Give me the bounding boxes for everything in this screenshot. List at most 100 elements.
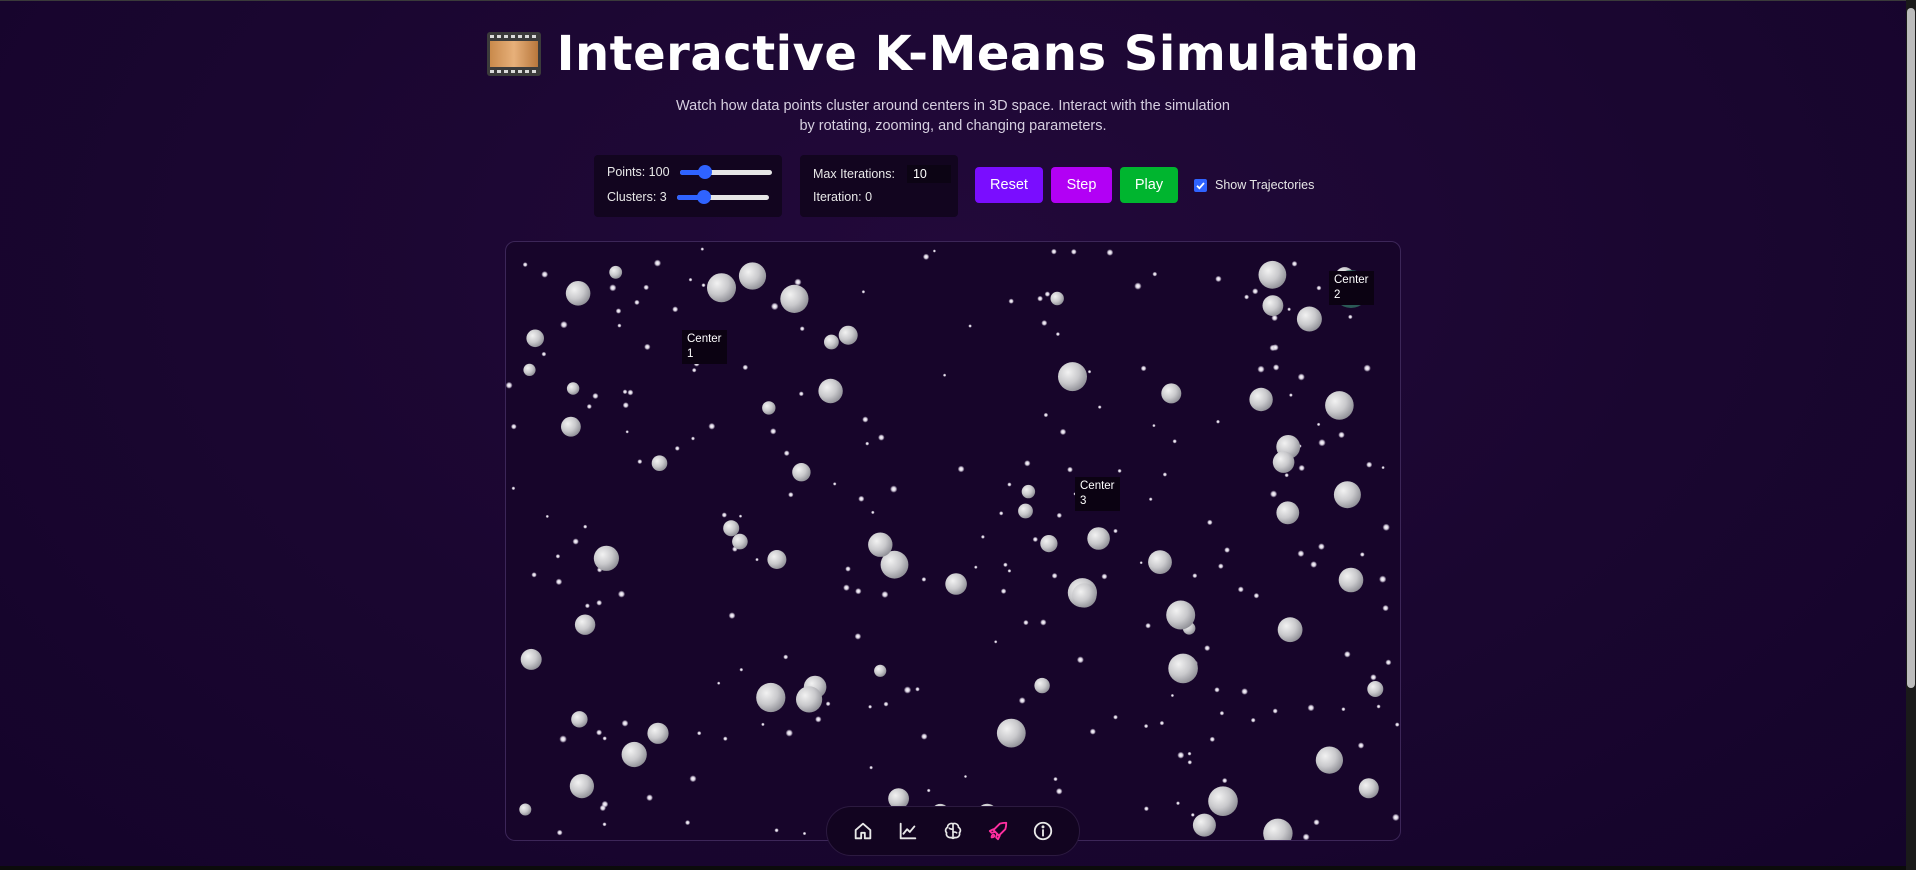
data-point bbox=[843, 584, 850, 591]
data-point bbox=[1113, 528, 1118, 534]
data-point-sphere bbox=[1333, 481, 1361, 509]
data-point-sphere bbox=[824, 334, 839, 350]
data-point bbox=[825, 701, 831, 707]
data-point-sphere bbox=[1258, 260, 1287, 289]
reset-button[interactable]: Reset bbox=[975, 167, 1043, 203]
data-point-sphere bbox=[523, 363, 536, 376]
data-point bbox=[920, 733, 928, 740]
vertical-scrollbar-thumb[interactable] bbox=[1907, 8, 1915, 688]
data-point bbox=[742, 364, 749, 371]
data-point-sphere bbox=[520, 648, 542, 670]
data-point bbox=[1287, 307, 1291, 312]
data-point bbox=[615, 308, 622, 314]
show-trajectories-toggle[interactable]: Show Trajectories bbox=[1194, 178, 1314, 192]
data-point bbox=[1003, 562, 1008, 568]
data-point bbox=[1044, 291, 1051, 297]
data-point bbox=[522, 262, 528, 268]
nav-brain[interactable] bbox=[940, 818, 966, 844]
data-point bbox=[1344, 651, 1351, 658]
points-slider[interactable] bbox=[679, 165, 772, 179]
data-point-sphere bbox=[1018, 503, 1033, 519]
data-point bbox=[1252, 288, 1259, 295]
data-point bbox=[1162, 472, 1168, 477]
data-point bbox=[1338, 431, 1345, 439]
data-point bbox=[1113, 714, 1118, 720]
data-point bbox=[602, 822, 607, 827]
data-point bbox=[1007, 482, 1012, 487]
rocket-icon bbox=[988, 821, 1007, 841]
iteration-status-row: Iteration: 0 bbox=[813, 190, 872, 204]
show-trajectories-checkbox[interactable] bbox=[1194, 178, 1207, 192]
data-point-sphere bbox=[1168, 653, 1198, 684]
data-point bbox=[869, 765, 873, 770]
data-point bbox=[1272, 364, 1280, 371]
data-point-sphere bbox=[565, 281, 591, 306]
clusters-slider[interactable] bbox=[676, 190, 769, 204]
data-point-sphere bbox=[571, 711, 588, 728]
data-point bbox=[974, 565, 978, 569]
max-iterations-input[interactable] bbox=[906, 165, 951, 183]
page-title: Interactive K-Means Simulation bbox=[0, 26, 1906, 82]
data-point bbox=[541, 351, 547, 357]
data-point bbox=[1257, 365, 1265, 373]
data-point bbox=[1140, 365, 1147, 372]
data-point-sphere bbox=[796, 686, 823, 713]
nav-info[interactable] bbox=[1030, 818, 1056, 844]
data-point bbox=[560, 321, 568, 329]
data-point bbox=[1117, 468, 1122, 473]
max-iterations-label: Max Iterations: bbox=[813, 167, 895, 181]
data-point bbox=[783, 450, 790, 457]
data-point bbox=[1244, 294, 1250, 300]
center-label-2: Center 2 bbox=[1329, 271, 1374, 305]
center-3-label-line2: 3 bbox=[1080, 495, 1087, 507]
data-point bbox=[1215, 275, 1222, 283]
data-point bbox=[672, 306, 679, 313]
data-point bbox=[545, 514, 549, 519]
data-point bbox=[883, 701, 889, 707]
data-point-sphere bbox=[1277, 617, 1303, 643]
data-point bbox=[1139, 561, 1143, 565]
data-point bbox=[926, 788, 931, 793]
clusters-label: Clusters: 3 bbox=[607, 190, 667, 204]
data-point bbox=[602, 736, 607, 741]
data-point bbox=[1018, 697, 1026, 704]
data-point bbox=[1190, 812, 1195, 817]
nav-home[interactable] bbox=[850, 818, 876, 844]
data-point bbox=[1348, 314, 1353, 320]
data-point bbox=[1148, 497, 1153, 502]
data-point bbox=[1272, 708, 1278, 714]
data-point bbox=[697, 731, 702, 736]
data-point bbox=[583, 524, 588, 529]
data-point-sphere bbox=[1072, 583, 1097, 608]
nav-chart[interactable] bbox=[895, 818, 921, 844]
play-button[interactable]: Play bbox=[1120, 167, 1178, 203]
data-point bbox=[1192, 573, 1198, 579]
data-point bbox=[700, 247, 705, 251]
data-point bbox=[761, 722, 765, 727]
data-point bbox=[1392, 813, 1400, 822]
step-button[interactable]: Step bbox=[1051, 167, 1112, 203]
data-point bbox=[739, 667, 744, 672]
data-point bbox=[785, 729, 793, 737]
data-point bbox=[861, 290, 866, 294]
data-point bbox=[1097, 405, 1102, 409]
data-point bbox=[798, 391, 804, 397]
data-point bbox=[1145, 622, 1151, 629]
data-point bbox=[1152, 271, 1158, 277]
data-point bbox=[506, 381, 513, 389]
data-point bbox=[1055, 332, 1060, 337]
data-point-sphere bbox=[1325, 391, 1354, 420]
data-point bbox=[1298, 464, 1305, 472]
data-point bbox=[788, 492, 794, 498]
data-point-sphere bbox=[818, 378, 843, 404]
data-point bbox=[717, 681, 721, 685]
nav-rocket[interactable] bbox=[985, 818, 1011, 844]
point-cloud[interactable] bbox=[506, 242, 1401, 841]
data-point bbox=[903, 686, 912, 694]
points-slider-thumb[interactable] bbox=[698, 165, 713, 179]
vertical-scrollbar[interactable] bbox=[1906, 0, 1916, 870]
data-point bbox=[878, 434, 885, 441]
simulation-canvas[interactable]: Center 1 Center 2 Center 3 bbox=[505, 241, 1401, 841]
clusters-slider-thumb[interactable] bbox=[697, 190, 712, 204]
data-point bbox=[1289, 393, 1293, 397]
